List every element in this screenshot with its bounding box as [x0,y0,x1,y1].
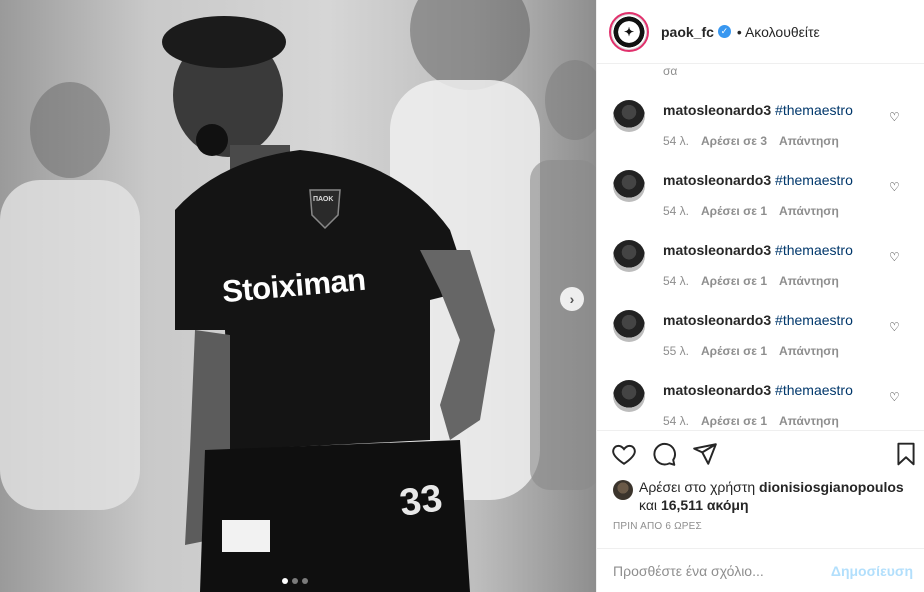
truncated-comment-text: σα [663,64,678,78]
comment-likes[interactable]: Αρέσει σε 1 [701,274,767,288]
comment-like-heart-icon[interactable]: ♡ [889,180,900,194]
reply-button[interactable]: Απάντηση [779,274,839,288]
commenter-avatar[interactable] [613,310,645,342]
post-actions-bar [597,430,924,476]
comment-input[interactable] [613,562,831,579]
comment-time[interactable]: 55 λ. [663,344,689,358]
heart-icon[interactable] [611,441,637,467]
comment-like-heart-icon[interactable]: ♡ [889,110,900,124]
comment-item: matosleonardo3 #themaestro 54 λ. Αρέσει … [597,170,924,230]
comment-hashtag[interactable]: #themaestro [775,172,853,188]
following-status[interactable]: • Ακολουθείτε [737,24,820,40]
comment-username[interactable]: matosleonardo3 [663,312,771,328]
comments-list[interactable]: σα matosleonardo3 #themaestro 54 λ. Αρέσ… [597,64,924,430]
comment-like-heart-icon[interactable]: ♡ [889,250,900,264]
bookmark-icon[interactable] [893,441,919,467]
reply-button[interactable]: Απάντηση [779,204,839,218]
post-comment-button[interactable]: Δημοσίευση [831,563,913,579]
comment-hashtag[interactable]: #themaestro [775,242,853,258]
reply-button[interactable]: Απάντηση [779,134,839,148]
comment-item: matosleonardo3 #themaestro 54 λ. Αρέσει … [597,100,924,160]
reply-button[interactable]: Απάντηση [779,414,839,428]
comment-likes[interactable]: Αρέσει σε 1 [701,344,767,358]
liker-avatar[interactable] [613,480,633,500]
commenter-avatar[interactable] [613,380,645,412]
comment-likes[interactable]: Αρέσει σε 1 [701,204,767,218]
comment-username[interactable]: matosleonardo3 [663,382,771,398]
comment-like-heart-icon[interactable]: ♡ [889,320,900,334]
post-timestamp[interactable]: ΠΡΙΝ ΑΠΟ 6 ΩΡΕΣ [613,521,702,532]
carousel-dot [282,578,288,584]
likes-prefix: Αρέσει στο χρήστη [639,479,756,495]
account-username[interactable]: paok_fc [661,24,714,40]
commenter-avatar[interactable] [613,170,645,202]
comment-hashtag[interactable]: #themaestro [775,382,853,398]
comment-likes[interactable]: Αρέσει σε 1 [701,414,767,428]
reply-button[interactable]: Απάντηση [779,344,839,358]
comment-like-heart-icon[interactable]: ♡ [889,390,900,404]
carousel-next-button[interactable]: › [560,287,584,311]
liker-username[interactable]: dionisiosgianopoulos [759,479,904,495]
account-avatar[interactable]: ✦ [609,11,649,52]
carousel-indicator [282,578,308,584]
verified-icon: ✓ [717,25,731,38]
comment-time[interactable]: 54 λ. [663,414,689,428]
share-icon[interactable] [692,441,718,467]
likes-count[interactable]: 16,511 ακόμη [661,497,749,513]
commenter-avatar[interactable] [613,240,645,272]
post-header: ✦ paok_fc ✓ • Ακολουθείτε [597,0,924,64]
commenter-avatar[interactable] [613,100,645,132]
comment-time[interactable]: 54 λ. [663,274,689,288]
comment-time[interactable]: 54 λ. [663,204,689,218]
add-comment-bar: Δημοσίευση [597,548,924,592]
comment-username[interactable]: matosleonardo3 [663,102,771,118]
post-side-panel: ✦ paok_fc ✓ • Ακολουθείτε σα matosleonar… [596,0,924,592]
comment-likes[interactable]: Αρέσει σε 3 [701,134,767,148]
comment-item: matosleonardo3 #themaestro 55 λ. Αρέσει … [597,310,924,370]
likes-and: και [639,497,658,513]
post-photo[interactable]: Stoiximan ΠΑΟΚ 33 › [0,0,596,592]
comment-time[interactable]: 54 λ. [663,134,689,148]
shirt-number: 33 [397,477,445,525]
chevron-right-icon: › [569,291,575,307]
comment-icon[interactable] [651,441,677,467]
comment-item: matosleonardo3 #themaestro 54 λ. Αρέσει … [597,380,924,430]
comment-item: matosleonardo3 #themaestro 54 λ. Αρέσει … [597,240,924,300]
comment-username[interactable]: matosleonardo3 [663,242,771,258]
carousel-dot [292,578,298,584]
crest-icon: ✦ [623,24,635,39]
crest-text: ΠΑΟΚ [313,196,334,203]
comment-hashtag[interactable]: #themaestro [775,102,853,118]
comment-hashtag[interactable]: #themaestro [775,312,853,328]
carousel-dot [302,578,308,584]
comment-username[interactable]: matosleonardo3 [663,172,771,188]
